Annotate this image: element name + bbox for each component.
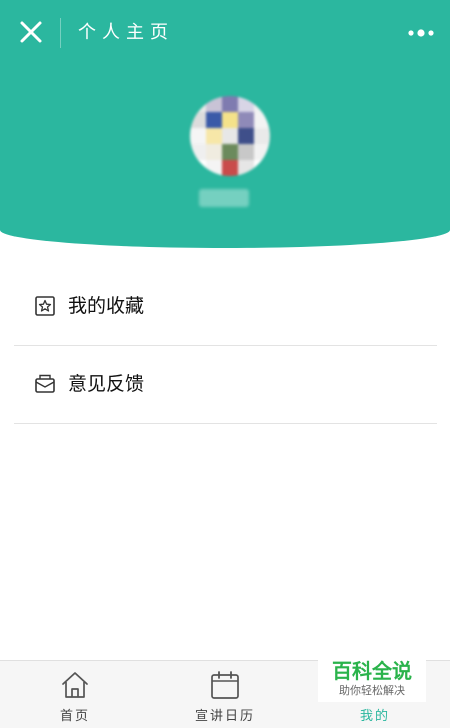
avatar-pixel bbox=[238, 160, 254, 176]
page-title: 个人主页 bbox=[78, 22, 174, 43]
tab-home[interactable]: 首页 bbox=[0, 661, 150, 728]
username-blurred bbox=[199, 189, 249, 207]
avatar-pixel bbox=[222, 144, 238, 160]
calendar-icon bbox=[209, 669, 241, 701]
avatar-pixel bbox=[190, 96, 206, 112]
profile-menu: 我的收藏 意见反馈 bbox=[14, 268, 437, 424]
watermark-logo: 百科全说 助你轻松解决 bbox=[318, 656, 426, 702]
avatar-pixel bbox=[206, 112, 222, 128]
top-bar: 个人主页 bbox=[0, 0, 450, 66]
profile-header: 个人主页 bbox=[0, 0, 450, 248]
avatar-pixel bbox=[222, 96, 238, 112]
avatar-pixel bbox=[254, 160, 270, 176]
tab-label: 宣讲日历 bbox=[194, 709, 255, 724]
close-icon bbox=[20, 21, 42, 43]
avatar-pixel bbox=[254, 112, 270, 128]
avatar-pixel bbox=[238, 144, 254, 160]
avatar-pixel bbox=[206, 160, 222, 176]
favorites-star-icon bbox=[34, 295, 56, 317]
avatar-pixel bbox=[222, 112, 238, 128]
avatar-pixel bbox=[238, 96, 254, 112]
menu-item-favorites[interactable]: 我的收藏 bbox=[14, 268, 437, 346]
watermark-title: 百科全说 bbox=[332, 659, 412, 683]
avatar-pixel bbox=[254, 96, 270, 112]
avatar-pixel bbox=[238, 128, 254, 144]
avatar-pixel bbox=[206, 128, 222, 144]
menu-item-feedback[interactable]: 意见反馈 bbox=[14, 346, 437, 424]
avatar-pixel bbox=[190, 112, 206, 128]
tab-label: 我的 bbox=[359, 709, 390, 724]
watermark-subtitle: 助你轻松解决 bbox=[339, 684, 405, 697]
tab-label: 首页 bbox=[59, 709, 90, 724]
avatar-pixel bbox=[190, 128, 206, 144]
home-icon bbox=[59, 669, 91, 701]
close-button[interactable] bbox=[14, 15, 48, 49]
avatar-pixel bbox=[206, 144, 222, 160]
avatar-pixel bbox=[190, 160, 206, 176]
avatar[interactable] bbox=[190, 96, 270, 176]
title-divider bbox=[60, 18, 61, 48]
tab-calendar[interactable]: 宣讲日历 bbox=[150, 661, 300, 728]
avatar-pixel bbox=[254, 128, 270, 144]
avatar-pixel bbox=[238, 112, 254, 128]
more-button[interactable] bbox=[406, 20, 436, 46]
more-dots-icon bbox=[408, 29, 434, 37]
avatar-pixel bbox=[222, 128, 238, 144]
menu-item-label: 我的收藏 bbox=[68, 295, 145, 317]
avatar-pixel bbox=[222, 160, 238, 176]
feedback-envelope-icon bbox=[34, 373, 56, 395]
avatar-pixel bbox=[206, 96, 222, 112]
avatar-pixel bbox=[190, 144, 206, 160]
menu-item-label: 意见反馈 bbox=[68, 373, 145, 395]
avatar-pixel bbox=[254, 144, 270, 160]
